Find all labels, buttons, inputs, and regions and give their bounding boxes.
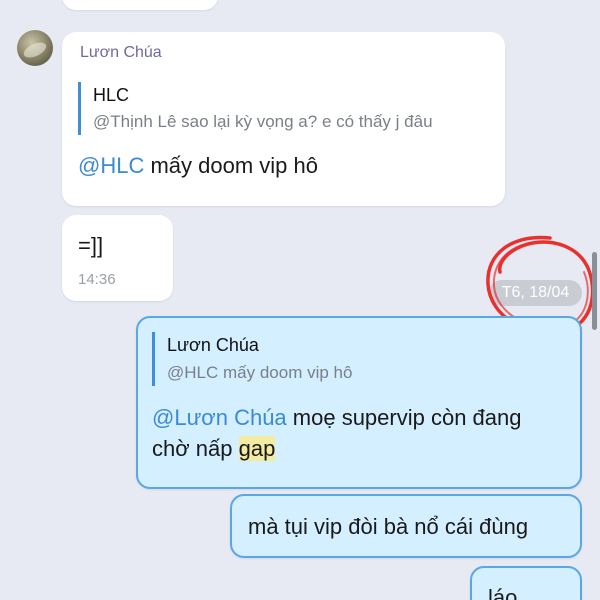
previous-message-bubble[interactable] (62, 0, 218, 10)
outgoing-message-bubble-partial[interactable]: láo (470, 566, 582, 600)
message-text-line-1: @Lươn Chúa moẹ supervip còn đang (152, 402, 522, 434)
message-text: mà tụi vip đòi bà nổ cái đùng (248, 514, 529, 539)
message-time: 14:36 (78, 271, 116, 288)
message-text: =]] (78, 233, 104, 258)
scrollbar[interactable] (592, 252, 597, 330)
quote-author: HLC (93, 85, 130, 105)
quote-text: @HLC mấy doom vip hô (167, 362, 353, 382)
outgoing-reply-bubble[interactable]: Lươn Chúa @HLC mấy doom vip hô @Lươn Chú… (136, 316, 582, 489)
reply-quote[interactable]: HLC @Thịnh Lê sao lại kỳ vọng a? e có th… (78, 82, 478, 135)
date-separator: T6, 18/04 (489, 280, 582, 306)
sender-avatar[interactable] (17, 30, 53, 66)
outgoing-message-bubble[interactable]: mà tụi vip đòi bà nổ cái đùng (230, 494, 582, 558)
sender-name[interactable]: Lươn Chúa (80, 44, 162, 62)
message-body-line-1: moẹ supervip còn đang (286, 405, 522, 430)
quote-text: @Thịnh Lê sao lại kỳ vọng a? e có thấy j… (93, 112, 433, 131)
incoming-message-bubble-2[interactable]: =]] 14:36 (62, 215, 173, 301)
message-body-line-2: chờ nấp (152, 436, 239, 461)
incoming-message-bubble[interactable]: Lươn Chúa HLC @Thịnh Lê sao lại kỳ vọng … (62, 32, 505, 206)
quote-author: Lươn Chúa (167, 335, 259, 356)
mention-link[interactable]: @Lươn Chúa (152, 405, 287, 430)
mention-link[interactable]: @HLC (78, 153, 144, 178)
highlighted-word: gap (238, 436, 276, 461)
message-body: mấy doom vip hô (144, 153, 318, 178)
reply-quote[interactable]: Lươn Chúa @HLC mấy doom vip hô (152, 332, 562, 386)
message-text: láo (488, 585, 518, 600)
message-text: @HLC mấy doom vip hô (78, 150, 318, 182)
message-text-line-2: chờ nấp gap (152, 433, 276, 465)
